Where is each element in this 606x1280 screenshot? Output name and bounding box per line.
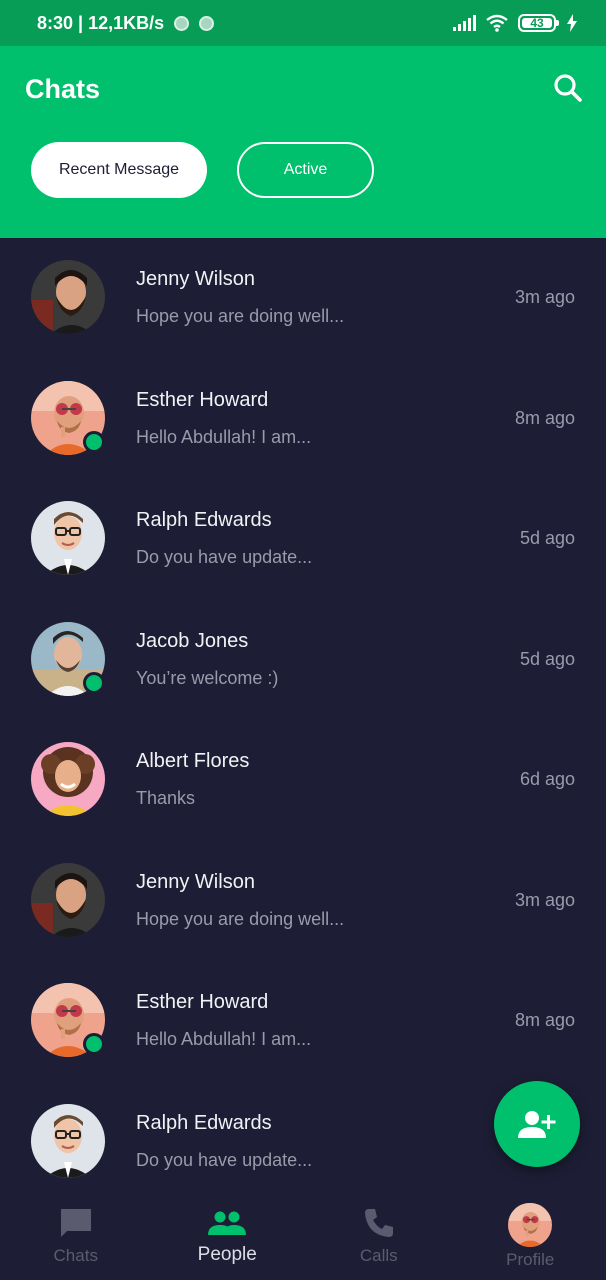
nav-chats-label: Chats [53, 1246, 98, 1265]
add-contact-button[interactable] [494, 1081, 580, 1167]
add-person-icon [518, 1111, 556, 1138]
chat-timestamp: 3m ago [514, 889, 575, 910]
search-icon [554, 74, 582, 102]
status-right: 43 [453, 14, 578, 32]
people-icon [208, 1211, 247, 1235]
chat-timestamp: 5d ago [519, 528, 575, 548]
chat-name: Albert Flores [136, 750, 250, 772]
online-status-dot [83, 430, 105, 453]
chat-timestamp: 8m ago [514, 1010, 575, 1030]
status-bar: 8:30 | 12,1KB/s 43 [0, 0, 606, 46]
avatar-container [31, 260, 105, 334]
avatar-container [31, 983, 105, 1057]
chat-list: Jenny Wilson Hope you are doing well... 3m… [0, 238, 606, 1193]
chat-timestamp: 8m ago [514, 407, 575, 428]
avatar [31, 501, 105, 575]
chat-list-item[interactable]: Albert Flores Thanks 6d ago [0, 720, 606, 841]
chat-timestamp: 3m ago [514, 287, 575, 307]
avatar-container [31, 501, 105, 575]
nav-profile-label: Profile [506, 1250, 555, 1269]
chat-timestamp: 5d ago [519, 648, 575, 669]
nav-calls-label: Calls [359, 1246, 398, 1265]
chat-name: Jacob Jones [136, 629, 249, 652]
chat-name: Jenny Wilson [136, 870, 255, 893]
chat-icon [60, 1209, 91, 1237]
nav-people-label: People [197, 1244, 257, 1265]
avatar-container [31, 1104, 105, 1178]
filter-active[interactable]: Active [237, 142, 374, 198]
avatar-container [31, 622, 105, 696]
chat-last-message: You’re welcome :) [136, 667, 279, 688]
chat-last-message: Hope you are doing well... [136, 908, 345, 929]
chat-list-item[interactable]: Jenny Wilson Hope you are doing well... 3m… [0, 238, 606, 359]
chat-timestamp: 6d ago [519, 769, 575, 789]
avatar-container [31, 742, 105, 816]
chat-list-item[interactable]: Esther Howard Hello Abdullah! I am... 8m a… [0, 961, 606, 1082]
chat-list-item[interactable]: Jacob Jones You’re welcome :) 5d ago [0, 600, 606, 721]
filter-recent-message[interactable]: Recent Message [31, 142, 207, 198]
avatar [31, 1104, 105, 1178]
profile-avatar [508, 1203, 552, 1247]
battery-icon: 43 [518, 14, 559, 32]
chat-list-item[interactable]: Ralph Edwards Do you have update... 5d ago [0, 479, 606, 600]
phone-icon [364, 1209, 393, 1237]
page-title: Chats [25, 74, 101, 104]
status-left: 8:30 | 12,1KB/s [37, 13, 215, 34]
avatar [31, 260, 105, 334]
chat-name: Ralph Edwards [136, 509, 272, 531]
notification-dot-icon [174, 16, 190, 31]
signal-icon [453, 15, 476, 31]
battery-level: 43 [530, 16, 544, 30]
chat-last-message: Hello Abdullah! I am... [136, 1029, 312, 1049]
online-status-dot [83, 671, 105, 694]
status-time: 8:30 | 12,1KB/s [37, 13, 165, 33]
chat-name: Jenny Wilson [136, 268, 255, 290]
avatar [31, 863, 105, 937]
app-header: Chats Recent Message Active [0, 46, 606, 238]
chat-name: Ralph Edwards [136, 1111, 272, 1134]
chat-last-message: Do you have update... [136, 1149, 313, 1170]
nav-people[interactable]: People [152, 1193, 304, 1280]
chat-name: Esther Howard [136, 388, 269, 411]
nav-profile[interactable]: Profile [455, 1193, 606, 1280]
charging-bolt-icon [567, 14, 577, 32]
bottom-navigation: Chats People Calls Profile [0, 1193, 606, 1280]
search-button[interactable] [552, 72, 584, 104]
nav-calls[interactable]: Calls [303, 1193, 455, 1280]
chat-last-message: Thanks [136, 788, 196, 808]
chat-list-item[interactable]: Esther Howard Hello Abdullah! I am... 8m a… [0, 359, 606, 480]
avatar-container [31, 863, 105, 937]
chat-list-item[interactable]: Jenny Wilson Hope you are doing well... 3m… [0, 841, 606, 962]
nav-chats[interactable]: Chats [0, 1193, 152, 1280]
wifi-icon [486, 14, 508, 32]
chat-last-message: Hello Abdullah! I am... [136, 426, 312, 447]
avatar-container [31, 381, 105, 455]
chat-last-message: Hope you are doing well... [136, 306, 345, 326]
chat-name: Esther Howard [136, 991, 269, 1013]
chat-last-message: Do you have update... [136, 547, 313, 567]
notification-dot-icon [199, 16, 215, 31]
online-status-dot [83, 1033, 105, 1055]
avatar [31, 742, 105, 816]
